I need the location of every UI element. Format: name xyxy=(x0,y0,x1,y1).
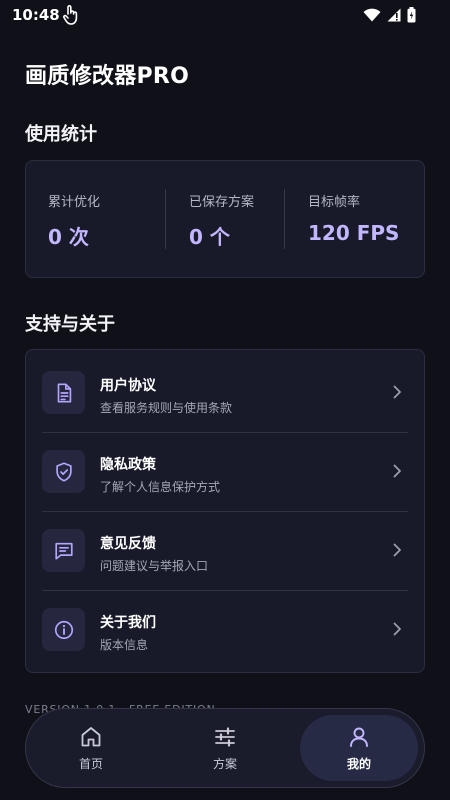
wifi-icon xyxy=(363,8,381,22)
profile-screen: 10:48 画质修改器PRO 使用统计 累计优化 0 次 已保存方案 0 个 目… xyxy=(0,0,450,800)
user-icon xyxy=(350,727,368,747)
menu-item-title: 用户协议 xyxy=(100,378,156,394)
stat-divider xyxy=(165,189,166,249)
info-icon xyxy=(54,620,73,639)
battery-icon xyxy=(407,7,416,23)
nav-item-plans[interactable]: 方案 xyxy=(166,715,284,781)
bottom-nav: 首页 方案 我的 xyxy=(25,708,425,788)
menu-item-about-us[interactable]: 关于我们 版本信息 xyxy=(26,590,424,669)
menu-icon-box xyxy=(42,371,85,414)
stat-value: 0 次 xyxy=(48,225,89,249)
signal-icon xyxy=(387,8,401,22)
stat-target-fps: 目标帧率 120 FPS xyxy=(308,191,399,245)
menu-icon-box xyxy=(42,450,85,493)
usage-section-title: 使用统计 xyxy=(25,124,97,145)
menu-item-privacy-policy[interactable]: 隐私政策 了解个人信息保护方式 xyxy=(26,432,424,511)
menu-item-title: 隐私政策 xyxy=(100,457,156,473)
menu-icon-box xyxy=(42,529,85,572)
chevron-right-icon xyxy=(393,622,401,636)
stat-label: 目标帧率 xyxy=(308,195,361,210)
shield-check-icon xyxy=(55,461,72,482)
stat-value: 0 个 xyxy=(189,225,230,249)
status-bar: 10:48 xyxy=(0,0,450,32)
menu-item-subtitle: 了解个人信息保护方式 xyxy=(100,480,221,494)
chevron-right-icon xyxy=(393,543,401,557)
app-title: 画质修改器PRO xyxy=(25,64,190,89)
menu-item-subtitle: 查看服务规则与使用条款 xyxy=(100,401,233,415)
nav-item-me[interactable]: 我的 xyxy=(300,715,418,781)
stat-label: 已保存方案 xyxy=(189,195,255,210)
menu-icon-box xyxy=(42,608,85,651)
hand-gesture-icon xyxy=(63,5,78,25)
home-icon xyxy=(81,727,101,747)
stat-divider xyxy=(284,189,285,249)
menu-item-subtitle: 版本信息 xyxy=(100,638,149,652)
menu-item-subtitle: 问题建议与举报入口 xyxy=(100,559,209,573)
nav-item-home[interactable]: 首页 xyxy=(32,715,150,781)
chevron-right-icon xyxy=(393,385,401,399)
stat-total-optimizations: 累计优化 0 次 xyxy=(48,191,100,250)
document-icon xyxy=(57,382,71,403)
sliders-icon xyxy=(215,727,235,747)
menu-item-user-agreement[interactable]: 用户协议 查看服务规则与使用条款 xyxy=(26,353,424,432)
status-icons xyxy=(363,7,416,23)
usage-stats-card: 累计优化 0 次 已保存方案 0 个 目标帧率 120 FPS xyxy=(25,160,425,278)
stat-label: 累计优化 xyxy=(48,195,101,210)
menu-item-title: 意见反馈 xyxy=(100,536,156,552)
menu-item-title: 关于我们 xyxy=(100,615,156,631)
about-menu-card: 用户协议 查看服务规则与使用条款 隐私政策 了解个人信息保护方式 意见反馈 问题… xyxy=(25,349,425,673)
nav-label: 方案 xyxy=(212,757,237,771)
about-section-title: 支持与关于 xyxy=(25,314,115,335)
stat-value: 120 FPS xyxy=(308,221,400,245)
message-icon xyxy=(54,542,73,560)
nav-label: 首页 xyxy=(78,757,103,771)
menu-item-feedback[interactable]: 意见反馈 问题建议与举报入口 xyxy=(26,511,424,590)
chevron-right-icon xyxy=(393,464,401,478)
nav-label: 我的 xyxy=(346,757,371,771)
stat-saved-plans: 已保存方案 0 个 xyxy=(189,191,254,250)
status-time: 10:48 xyxy=(12,6,60,24)
